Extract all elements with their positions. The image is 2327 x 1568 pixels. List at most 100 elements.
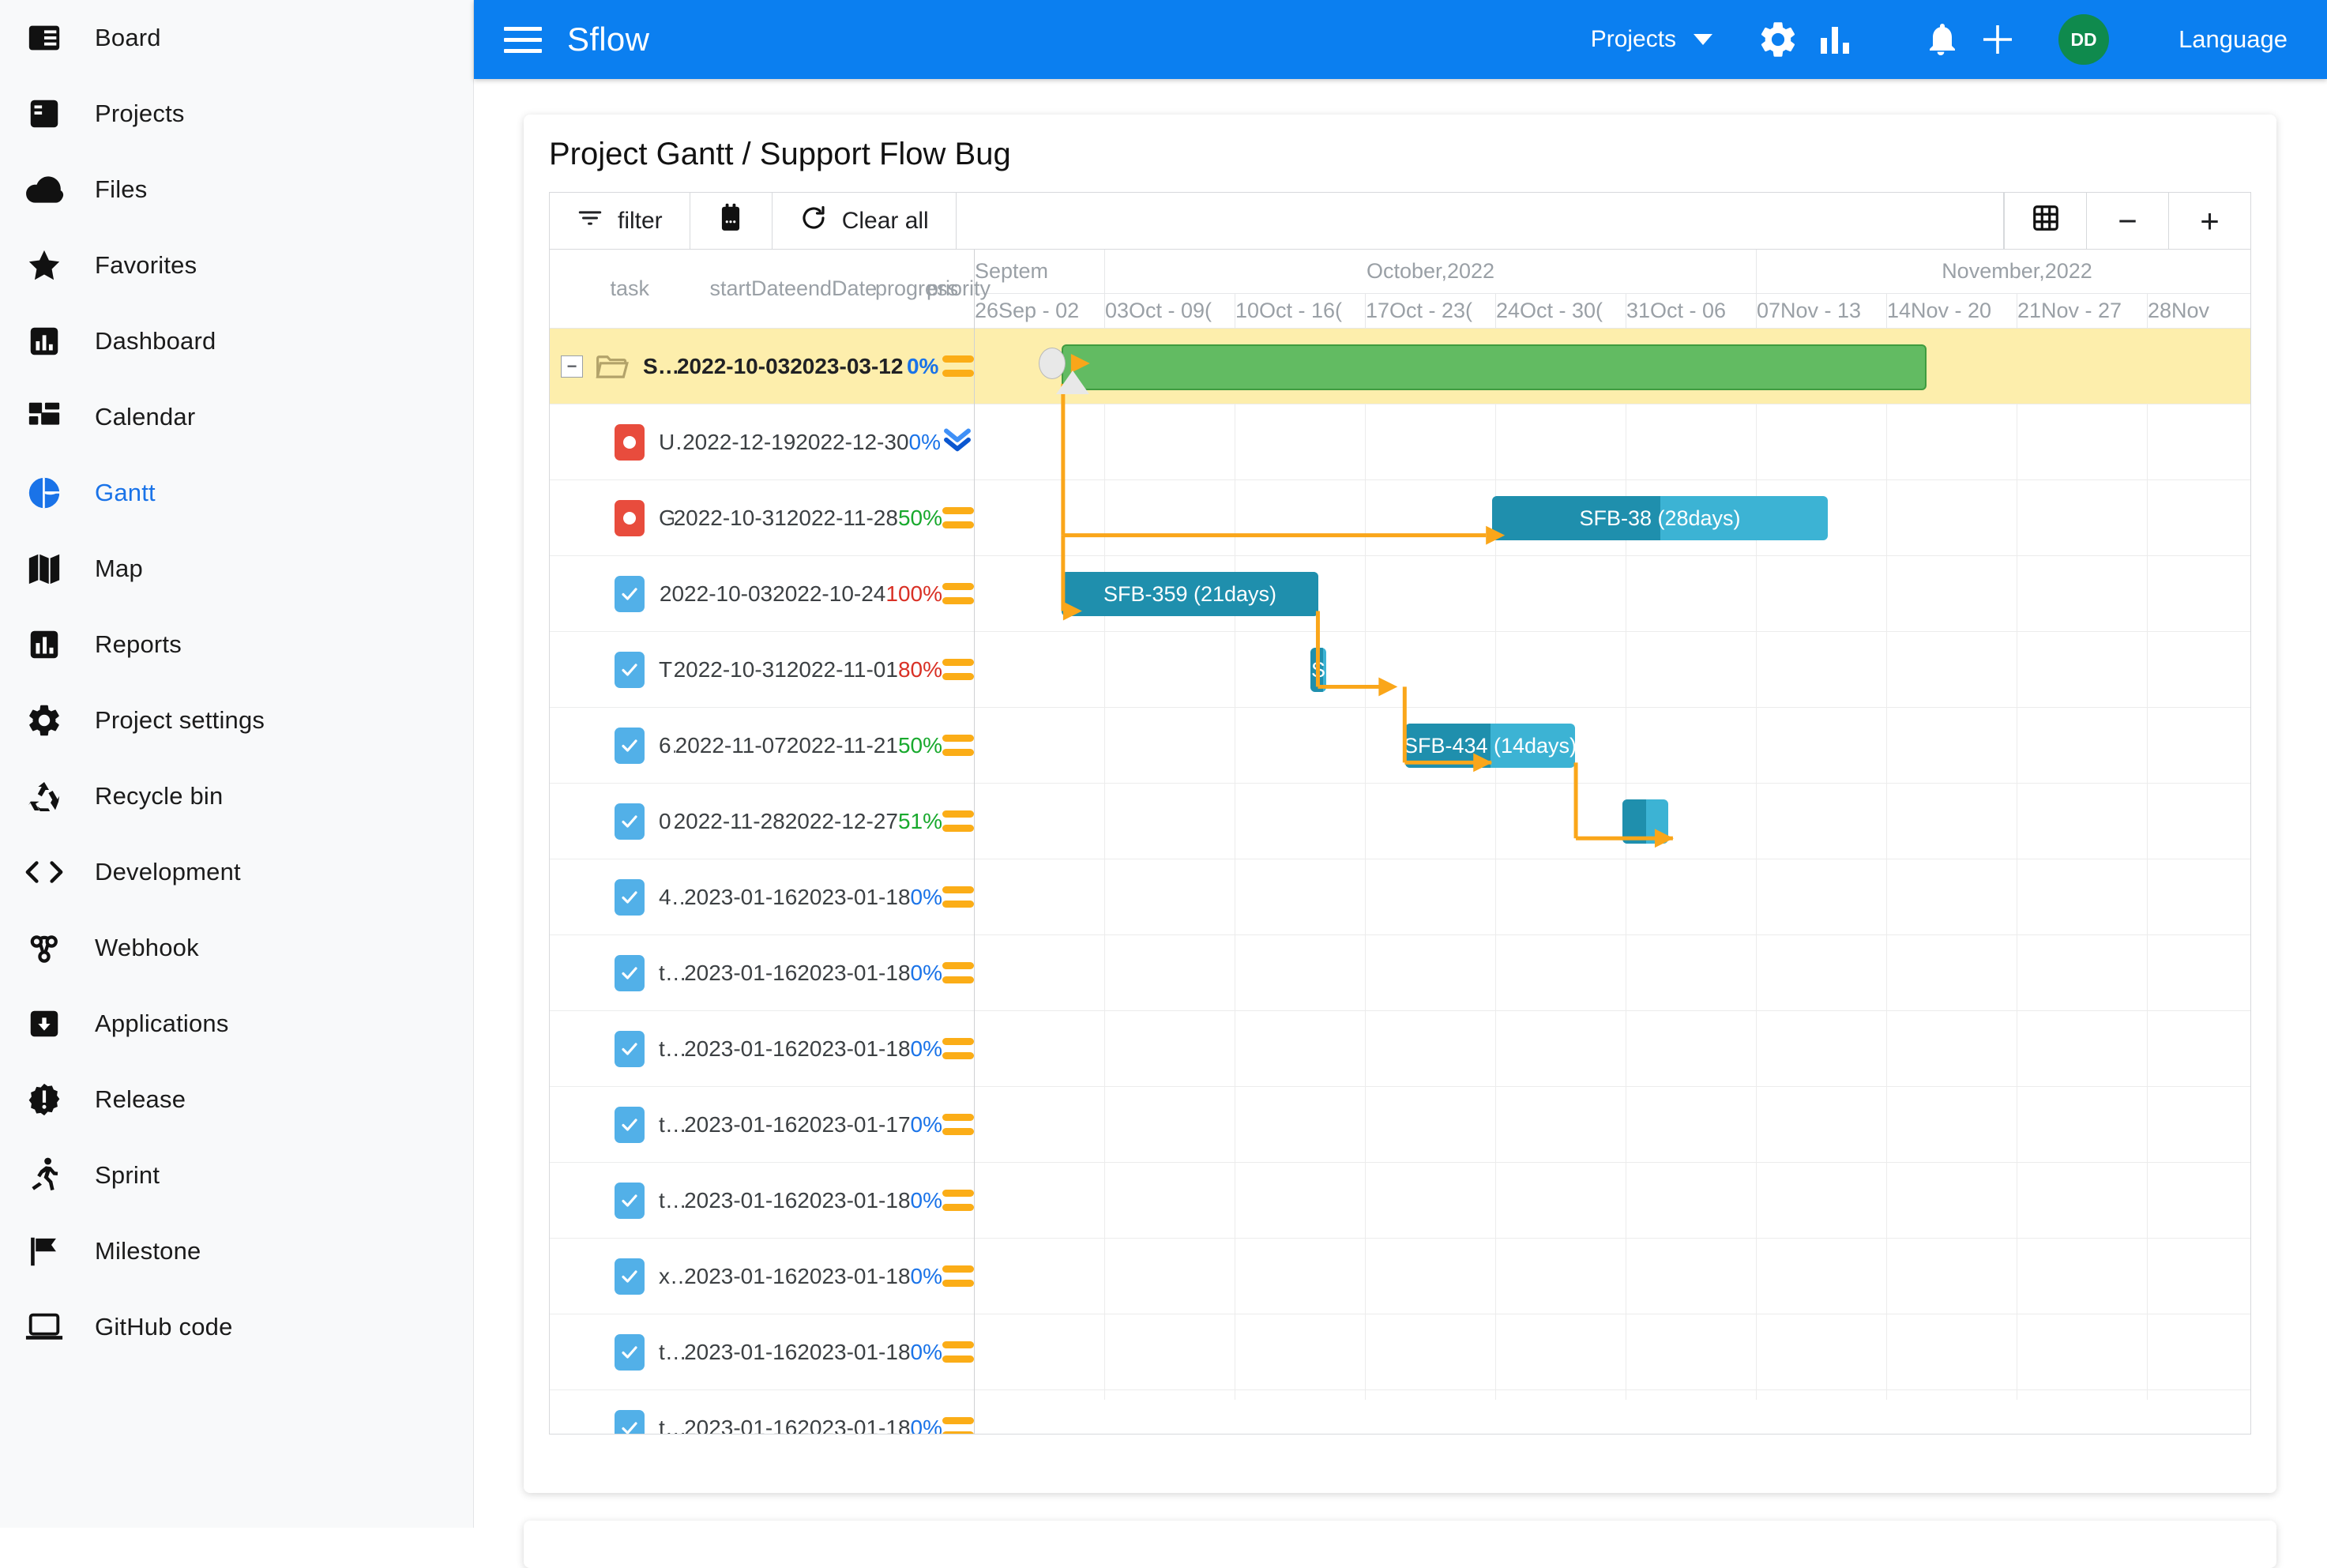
cell-enddate: 2023-01-18	[797, 961, 910, 986]
gantt-bar[interactable]: S	[1310, 648, 1326, 692]
cell-priority[interactable]	[942, 1341, 974, 1363]
cell-progress: 0%	[911, 1188, 942, 1213]
sidebar-item-github-code[interactable]: GitHub code	[0, 1289, 473, 1365]
column-header-task[interactable]: task	[550, 276, 709, 301]
sidebar-item-applications[interactable]: Applications	[0, 986, 473, 1062]
cell-task: Ticket from ech...	[550, 652, 674, 688]
grid-view-button[interactable]	[2004, 193, 2086, 249]
table-row[interactable]: 43342023-01-162023-01-180%	[550, 859, 974, 935]
column-header-startdate[interactable]: startDate	[709, 276, 796, 301]
table-row[interactable]: xxxx-2023-01-162023-01-180%	[550, 1239, 974, 1314]
page-title: Project Gantt / Support Flow Bug	[549, 137, 1011, 172]
table-row[interactable]: tttt-2023-01-162023-01-180%	[550, 1163, 974, 1239]
clear-all-button[interactable]: Clear all	[773, 193, 957, 249]
sidebar-item-board[interactable]: Board	[0, 0, 473, 76]
gantt-bar[interactable]: SFB-359 (21days)	[1062, 572, 1318, 616]
checkbox-icon[interactable]	[615, 955, 645, 991]
checkbox-icon[interactable]	[615, 1258, 645, 1295]
clear-all-label: Clear all	[842, 208, 929, 235]
cell-priority[interactable]	[942, 735, 974, 756]
sidebar-item-project-settings[interactable]: Project settings	[0, 682, 473, 758]
sidebar-item-dashboard[interactable]: Dashboard	[0, 303, 473, 379]
table-row[interactable]: F32GF2G2022-10-032022-10-24100%	[550, 556, 974, 632]
checkbox-icon[interactable]	[615, 803, 645, 840]
plus-icon[interactable]	[1973, 15, 2022, 64]
table-row[interactable]: test12023-01-162023-01-180%	[550, 1390, 974, 1435]
sidebar-item-files[interactable]: Files	[0, 152, 473, 227]
sidebar-item-webhook[interactable]: Webhook	[0, 910, 473, 986]
collapse-toggle[interactable]: −	[561, 355, 583, 378]
cell-priority[interactable]	[941, 425, 974, 459]
sidebar-item-map[interactable]: Map	[0, 531, 473, 607]
milestone-triangle-marker[interactable]	[1056, 370, 1089, 394]
cell-priority[interactable]	[942, 355, 974, 377]
app-brand-title: Sflow	[567, 21, 649, 58]
cell-priority[interactable]	[942, 1190, 974, 1211]
cell-priority[interactable]	[942, 659, 974, 680]
sidebar-item-milestone[interactable]: Milestone	[0, 1213, 473, 1289]
table-row[interactable]: test12023-01-162023-01-180%	[550, 1011, 974, 1087]
checkbox-icon[interactable]	[615, 1334, 645, 1371]
gantt-bar[interactable]	[1622, 799, 1668, 844]
avatar[interactable]: DD	[2058, 14, 2109, 65]
checkbox-icon[interactable]	[615, 879, 645, 916]
gear-icon[interactable]	[1754, 15, 1803, 64]
projects-dropdown[interactable]: Projects	[1591, 26, 1712, 53]
sidebar-item-label: Development	[95, 858, 241, 886]
zoom-in-button[interactable]: +	[2168, 193, 2250, 249]
checkbox-icon[interactable]	[615, 1410, 645, 1435]
table-row[interactable]: Users should no...2022-12-192022-12-300%	[550, 404, 974, 480]
bar-chart-icon[interactable]	[1810, 15, 1859, 64]
reports-icon	[22, 622, 66, 667]
sidebar-item-calendar[interactable]: Calendar	[0, 379, 473, 455]
table-row[interactable]: −Support Flow Bug2022-10-032023-03-120%	[550, 329, 974, 404]
sidebar-item-sprint[interactable]: Sprint	[0, 1137, 473, 1213]
table-row[interactable]: 662022-11-072022-11-2150%	[550, 708, 974, 784]
sidebar-item-reports[interactable]: Reports	[0, 607, 473, 682]
cell-enddate: 2022-10-24	[773, 581, 885, 607]
hamburger-menu-icon[interactable]	[504, 21, 542, 58]
table-row[interactable]: test2023-01-162023-01-180%	[550, 1314, 974, 1390]
cell-task: Users should no...	[550, 424, 682, 461]
cell-priority[interactable]	[942, 1038, 974, 1059]
gantt-bar[interactable]	[1062, 344, 1927, 390]
cell-priority[interactable]	[942, 1417, 974, 1435]
cell-priority[interactable]	[942, 1265, 974, 1287]
sidebar-item-recycle-bin[interactable]: Recycle bin	[0, 758, 473, 834]
sidebar-item-development[interactable]: Development	[0, 834, 473, 910]
table-row[interactable]: test2023-01-162023-01-180%	[550, 935, 974, 1011]
column-header-progress[interactable]: progress	[875, 276, 927, 301]
sidebar-item-projects[interactable]: Projects	[0, 76, 473, 152]
sidebar-item-release[interactable]: Release	[0, 1062, 473, 1137]
sidebar-item-favorites[interactable]: Favorites	[0, 227, 473, 303]
table-row[interactable]: test12023-01-162023-01-170%	[550, 1087, 974, 1163]
gantt-bar[interactable]: SFB-38 (28days)	[1492, 496, 1828, 540]
calendar-button[interactable]	[690, 193, 773, 249]
language-button[interactable]: Language	[2179, 25, 2288, 54]
checkbox-icon[interactable]	[615, 728, 645, 764]
cell-priority[interactable]	[942, 810, 974, 832]
gantt-bar-label: S	[1311, 658, 1325, 682]
cell-priority[interactable]	[942, 583, 974, 604]
checkbox-icon[interactable]	[615, 652, 645, 688]
gantt-toolbar: filter Clear all − +	[549, 192, 2251, 250]
table-row[interactable]: 02022-11-282022-12-2751%	[550, 784, 974, 859]
column-header-priority[interactable]: priority	[927, 276, 974, 301]
checkbox-icon[interactable]	[615, 1031, 645, 1067]
column-header-enddate[interactable]: endDate	[796, 276, 875, 301]
table-row[interactable]: Ticket from ech...2022-10-312022-11-0180…	[550, 632, 974, 708]
checkbox-icon[interactable]	[615, 576, 645, 612]
cell-priority[interactable]	[942, 886, 974, 908]
checkbox-icon[interactable]	[615, 1183, 645, 1219]
sidebar-item-gantt[interactable]: Gantt	[0, 455, 473, 531]
zoom-out-button[interactable]: −	[2086, 193, 2168, 249]
checkbox-icon[interactable]	[615, 1107, 645, 1143]
bell-icon[interactable]	[1916, 15, 1965, 64]
gantt-bar[interactable]: SFB-434 (14days)	[1405, 724, 1575, 768]
timeline-month: Septem	[975, 250, 1105, 293]
cell-priority[interactable]	[942, 962, 974, 983]
cell-priority[interactable]	[942, 1114, 974, 1135]
filter-button[interactable]: filter	[550, 193, 690, 249]
table-row[interactable]: Google login an...2022-10-312022-11-2850…	[550, 480, 974, 556]
cell-priority[interactable]	[942, 507, 974, 528]
